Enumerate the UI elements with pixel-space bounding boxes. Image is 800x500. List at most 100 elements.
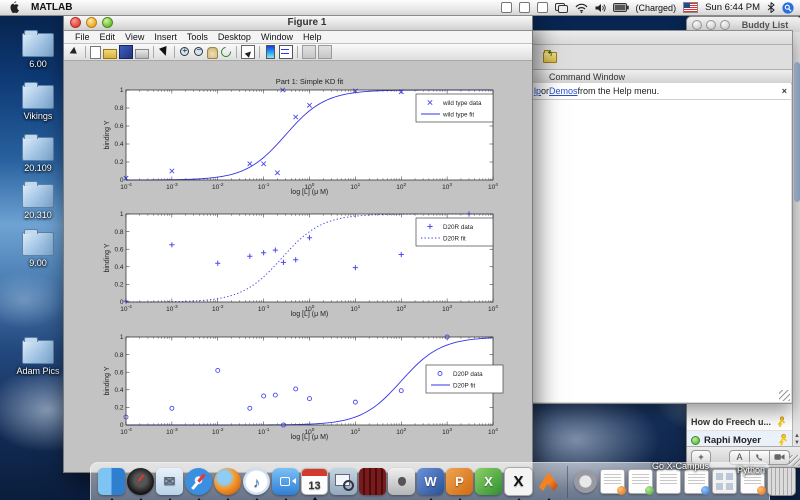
desktop-folder-adam-pics[interactable]: Adam Pics: [8, 340, 68, 376]
figure-menu-edit[interactable]: Edit: [95, 32, 121, 42]
battery-icon[interactable]: [613, 3, 629, 12]
dock-trash-icon[interactable]: [767, 467, 796, 496]
desktop-folder-6-00[interactable]: 6.00: [8, 33, 68, 69]
y-axis-label: binding Y: [104, 243, 111, 272]
dock-minimized-doc-3[interactable]: [656, 469, 681, 494]
figure-titlebar[interactable]: Figure 1: [64, 15, 532, 31]
menu-extra-icon[interactable]: [501, 2, 512, 13]
plot-legend[interactable]: wild type datawild type fit: [416, 94, 493, 122]
svg-text:10-2: 10-2: [212, 182, 224, 191]
dock-minimized-list[interactable]: [740, 469, 765, 494]
apple-menu-icon[interactable]: [10, 1, 21, 14]
open-file-icon[interactable]: [103, 49, 117, 59]
dock-minimized-doc-2[interactable]: [628, 469, 653, 494]
dock-powerpoint-icon[interactable]: P: [446, 468, 473, 495]
desktop-folder-9-00[interactable]: 9.00: [8, 232, 68, 268]
demos-link[interactable]: Demos: [549, 86, 578, 96]
dock-minimized-doc-1[interactable]: [600, 469, 625, 494]
insert-legend-icon[interactable]: [279, 45, 293, 59]
plot-2[interactable]: 10-410-310-210-110010110210310400.20.40.…: [104, 211, 498, 318]
edit-arrow-icon[interactable]: [158, 46, 170, 58]
dock-firefox-icon[interactable]: [214, 468, 241, 495]
desktop-folder-vikings[interactable]: Vikings: [8, 85, 68, 121]
command-window-body[interactable]: lp or Demos from the Help menu. ×: [530, 83, 791, 402]
dock-finder-icon[interactable]: [98, 468, 125, 495]
dock-safari-icon[interactable]: [185, 468, 212, 495]
svg-text:103: 103: [442, 182, 452, 191]
figure-menu-tools[interactable]: Tools: [182, 32, 213, 42]
figure-menu-window[interactable]: Window: [256, 32, 298, 42]
wifi-icon[interactable]: [575, 3, 588, 13]
toolbar-separator: [153, 46, 154, 58]
print-figure-icon[interactable]: [135, 49, 149, 59]
buddy-list-scrollbar[interactable]: ▲ ▼: [792, 32, 800, 447]
hide-plot-tools-icon[interactable]: [302, 45, 316, 59]
rotate-3d-icon[interactable]: [220, 46, 232, 58]
plot-3[interactable]: 10-410-310-210-110010110210310400.20.40.…: [104, 334, 503, 441]
scrollbar-thumb[interactable]: [794, 62, 800, 202]
plot-1[interactable]: 10-410-310-210-110010110210310400.20.40.…: [104, 77, 498, 196]
dock-mail-icon[interactable]: ✉: [156, 468, 183, 495]
save-figure-icon[interactable]: [119, 45, 133, 59]
dock-x11-icon[interactable]: X: [504, 467, 533, 496]
desktop-folder-20-109[interactable]: 20.109: [8, 137, 68, 173]
buddy-row[interactable]: Raphi Moyer: [687, 431, 793, 447]
data-cursor-icon[interactable]: [241, 45, 255, 59]
dock-ical-icon[interactable]: 13: [301, 468, 328, 495]
menu-extra-icon[interactable]: [519, 2, 530, 13]
dock-dvd-player-icon[interactable]: [359, 468, 386, 495]
pan-hand-icon[interactable]: [207, 47, 218, 59]
help-link[interactable]: lp: [534, 86, 541, 96]
dock-itunes-icon[interactable]: ♪: [243, 468, 270, 495]
svg-text:D20P data: D20P data: [453, 371, 483, 378]
banner-close-icon[interactable]: ×: [782, 86, 787, 96]
scroll-up-arrow[interactable]: ▲: [793, 433, 800, 439]
svg-text:0: 0: [120, 177, 124, 184]
buddy-row-partial[interactable]: How do Freech u...: [687, 414, 793, 431]
video-chat-button[interactable]: [770, 450, 790, 465]
dock-word-icon[interactable]: W: [417, 468, 444, 495]
bluetooth-icon[interactable]: [767, 2, 775, 13]
spotlight-icon[interactable]: [782, 2, 794, 14]
figure-menu-file[interactable]: File: [70, 32, 95, 42]
minimize-button[interactable]: [86, 17, 97, 28]
figure-menu-insert[interactable]: Insert: [149, 32, 182, 42]
show-plot-tools-icon[interactable]: [318, 45, 332, 59]
new-figure-icon[interactable]: [90, 46, 101, 59]
dock-minimized-grid[interactable]: [712, 469, 737, 494]
figure-menu-help[interactable]: Help: [298, 32, 327, 42]
zoom-in-icon[interactable]: [179, 46, 191, 58]
dock-minimized-item[interactable]: [574, 470, 597, 493]
plot-legend[interactable]: D20P dataD20P fit: [426, 365, 503, 393]
dock-minimized-firefox-window[interactable]: [684, 469, 709, 494]
dock-arrow-icon[interactable]: [69, 46, 81, 58]
dock-ichat-icon[interactable]: [272, 468, 299, 495]
zoom-button[interactable]: [720, 20, 730, 30]
dock-dashboard-icon[interactable]: [127, 468, 154, 495]
desktop-folder-20-310[interactable]: 20.310: [8, 184, 68, 220]
input-language-flag-icon[interactable]: [683, 2, 698, 13]
browse-folder-icon[interactable]: [543, 52, 557, 63]
menubar-clock[interactable]: Sun 6:44 PM: [705, 2, 760, 13]
dock-excel-icon[interactable]: X: [475, 468, 502, 495]
close-button[interactable]: [692, 20, 702, 30]
insert-colorbar-icon[interactable]: [266, 45, 275, 59]
menu-extra-icon[interactable]: [537, 2, 548, 13]
zoom-out-icon[interactable]: [193, 46, 205, 58]
zoom-button[interactable]: [102, 17, 113, 28]
resize-grip[interactable]: [789, 455, 800, 466]
close-button[interactable]: [70, 17, 81, 28]
running-indicator: [457, 495, 463, 500]
active-app-name[interactable]: MATLAB: [31, 2, 72, 13]
volume-icon[interactable]: [595, 3, 606, 13]
dock-matlab-icon[interactable]: [535, 468, 562, 495]
dock-preview-icon[interactable]: [330, 468, 357, 495]
resize-grip[interactable]: [779, 390, 790, 401]
dock-front-row-icon[interactable]: [388, 468, 415, 495]
displays-icon[interactable]: [555, 3, 568, 13]
command-window-header[interactable]: Command Window: [529, 70, 792, 84]
figure-menu-desktop[interactable]: Desktop: [213, 32, 256, 42]
minimize-button[interactable]: [706, 20, 716, 30]
plot-legend[interactable]: D20R dataD20R fit: [416, 218, 493, 246]
figure-menu-view[interactable]: View: [120, 32, 149, 42]
